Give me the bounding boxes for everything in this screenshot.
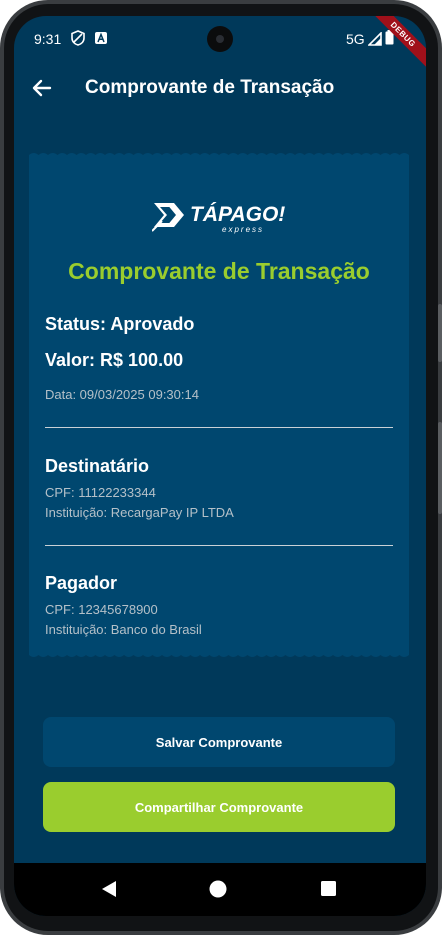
app-bar: Comprovante de Transação (14, 60, 426, 116)
payer-cpf: CPF: 12345678900 (45, 602, 158, 617)
triangle-back-icon[interactable] (101, 880, 117, 898)
screen: 9:31 5G DEBUG Comprovante de Transação T… (14, 16, 426, 916)
transaction-status: Status: Aprovado (45, 314, 195, 334)
network-type: 5G (346, 31, 365, 47)
shield-icon (71, 30, 85, 46)
payer-title: Pagador (45, 573, 118, 593)
circle-home-icon[interactable] (209, 880, 227, 898)
status-bar: 9:31 5G DEBUG (14, 16, 426, 78)
payer-institution: Instituição: Banco do Brasil (45, 622, 202, 637)
status-time: 9:31 (34, 31, 62, 47)
power-button (438, 422, 442, 514)
recipient-cpf: CPF: 11122233344 (45, 485, 156, 500)
tapago-logo: TÁPAGO! express (152, 203, 285, 234)
divider (45, 427, 393, 428)
receipt-heading: Comprovante de Transação (68, 258, 370, 284)
save-receipt-button[interactable]: Salvar Comprovante (43, 717, 395, 767)
arrow-left-icon[interactable] (30, 76, 54, 100)
share-receipt-button[interactable]: Compartilhar Comprovante (43, 782, 395, 832)
receipt-bottom-edge (29, 650, 409, 657)
notification-a-icon (95, 32, 107, 44)
logo-tagline: express (222, 225, 264, 234)
system-nav-bar (14, 863, 426, 916)
volume-button (438, 304, 442, 362)
transaction-date: Data: 09/03/2025 09:30:14 (45, 387, 199, 402)
square-recents-icon[interactable] (321, 881, 336, 896)
signal-icon (368, 32, 382, 46)
logo-brand: TÁPAGO! (190, 203, 285, 226)
transaction-amount: Valor: R$ 100.00 (45, 350, 184, 370)
page-title: Comprovante de Transação (85, 77, 335, 98)
front-camera (207, 26, 233, 52)
recipient-title: Destinatário (45, 456, 150, 476)
recipient-institution: Instituição: RecargaPay IP LTDA (45, 505, 234, 520)
divider (45, 545, 393, 546)
phone-frame: 9:31 5G DEBUG Comprovante de Transação T… (0, 0, 442, 935)
receipt-card: TÁPAGO! express Comprovante de Transação… (29, 159, 409, 652)
